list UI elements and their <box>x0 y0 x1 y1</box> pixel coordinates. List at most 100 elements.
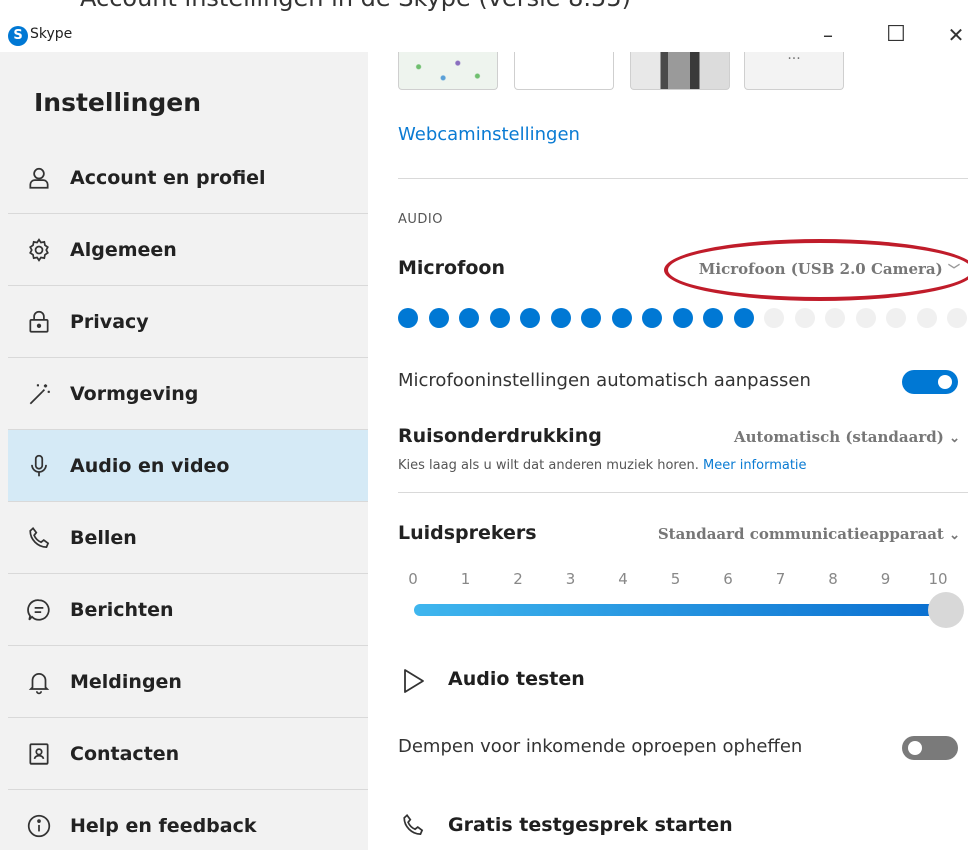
person-icon <box>8 165 70 191</box>
webcam-background-thumbnail[interactable] <box>398 52 498 90</box>
settings-content: ··· Webcaminstellingen AUDIO Microfoon M… <box>368 52 968 850</box>
noise-hint-text: Kies laag als u wilt dat anderen muziek … <box>398 458 699 473</box>
volume-tick-label: 7 <box>775 570 786 588</box>
level-dot <box>672 308 693 328</box>
chat-icon <box>8 597 70 623</box>
level-dot <box>550 308 571 328</box>
sidebar-item-contacts[interactable]: Contacten <box>8 718 368 790</box>
webcam-background-thumbnail[interactable] <box>630 52 730 90</box>
level-dot <box>520 308 540 328</box>
sidebar-item-appearance[interactable]: Vormgeving <box>8 358 368 430</box>
level-dot <box>825 308 845 328</box>
level-dot <box>733 308 754 328</box>
highlight-annotation <box>664 239 968 301</box>
speaker-volume-slider[interactable] <box>414 604 944 616</box>
audio-section-label: AUDIO <box>398 212 443 227</box>
top-caption-text: Account instellingen in de Skype (versie… <box>80 0 631 12</box>
free-test-call-label: Gratis testgesprek starten <box>448 814 733 836</box>
magic-wand-icon <box>8 381 70 407</box>
sidebar-item-label: Vormgeving <box>70 382 199 405</box>
speakers-label: Luidsprekers <box>398 522 537 544</box>
volume-tick-label: 6 <box>723 570 733 588</box>
sidebar-item-messaging[interactable]: Berichten <box>8 574 368 646</box>
webcam-settings-link[interactable]: Webcaminstellingen <box>398 124 580 145</box>
sidebar-item-general[interactable]: Algemeen <box>8 214 368 286</box>
level-dot <box>916 308 937 328</box>
sidebar-item-label: Privacy <box>70 310 149 333</box>
test-audio-button[interactable]: Audio testen <box>402 668 585 698</box>
sidebar-item-label: Berichten <box>70 598 174 621</box>
level-dot <box>459 308 479 328</box>
toggle-knob <box>908 741 922 755</box>
volume-tick-label: 3 <box>565 570 576 588</box>
level-dot <box>886 308 906 328</box>
level-dot <box>764 308 784 328</box>
auto-adjust-label: Microfooninstellingen automatisch aanpas… <box>398 370 811 391</box>
bell-icon <box>8 669 70 695</box>
level-dot <box>489 308 510 328</box>
title-bar: S Skype – ☐ ✕ <box>0 14 968 52</box>
settings-sidebar: Instellingen Account en profiel Algemeen… <box>0 52 368 850</box>
sidebar-item-calling[interactable]: Bellen <box>8 502 368 574</box>
sidebar-item-label: Contacten <box>70 742 180 765</box>
level-dot <box>947 308 967 328</box>
volume-tick-label: 9 <box>880 570 891 588</box>
auto-adjust-toggle[interactable] <box>902 370 958 394</box>
noise-suppression-value: Automatisch (standaard) <box>733 428 944 446</box>
level-dot <box>581 308 601 328</box>
level-dot <box>794 308 815 328</box>
sidebar-item-label: Bellen <box>70 526 137 549</box>
noise-suppression-select[interactable]: Automatisch (standaard) ⌄ <box>734 428 960 446</box>
sidebar-item-label: Algemeen <box>70 238 177 261</box>
unmute-label: Dempen voor inkomende oproepen opheffen <box>398 736 803 757</box>
sidebar-item-label: Audio en video <box>70 454 230 477</box>
webcam-background-thumbnail[interactable] <box>514 52 614 90</box>
test-audio-label: Audio testen <box>448 668 585 690</box>
speakers-select[interactable]: Standaard communicatieapparaat ⌄ <box>658 525 960 543</box>
sidebar-item-account[interactable]: Account en profiel <box>8 142 368 214</box>
speakers-select-value: Standaard communicatieapparaat <box>657 525 944 543</box>
close-button[interactable]: ✕ <box>936 20 968 50</box>
play-icon <box>404 669 424 693</box>
sidebar-item-audio-video[interactable]: Audio en video <box>8 430 368 502</box>
divider <box>398 492 968 493</box>
level-dot <box>428 308 449 328</box>
level-dot <box>855 308 876 328</box>
level-dot <box>642 308 662 328</box>
sidebar-title: Instellingen <box>34 88 202 117</box>
info-icon <box>8 813 70 839</box>
volume-tick-label: 8 <box>828 570 838 588</box>
maximize-button[interactable]: ☐ <box>876 20 916 50</box>
level-dot <box>398 308 418 328</box>
level-dot <box>611 308 632 328</box>
gear-icon <box>8 237 70 263</box>
sidebar-item-help[interactable]: Help en feedback <box>8 790 368 850</box>
more-backgrounds-button[interactable]: ··· <box>744 52 844 90</box>
app-title: Skype <box>30 26 73 42</box>
sidebar-item-privacy[interactable]: Privacy <box>8 286 368 358</box>
sidebar-item-label: Meldingen <box>70 670 182 693</box>
unmute-toggle[interactable] <box>902 736 958 760</box>
free-test-call-button[interactable]: Gratis testgesprek starten <box>400 812 733 842</box>
noise-suppression-label: Ruisonderdrukking <box>398 425 602 447</box>
volume-tick-label: 4 <box>618 570 628 588</box>
microphone-icon <box>8 453 70 479</box>
toggle-knob <box>938 375 952 389</box>
skype-logo-icon: S <box>8 26 28 46</box>
sidebar-item-label: Help en feedback <box>70 815 257 837</box>
volume-tick-label: 0 <box>408 570 418 588</box>
sidebar-item-label: Account en profiel <box>70 166 266 189</box>
volume-tick-label: 5 <box>670 570 681 588</box>
chevron-down-icon: ⌄ <box>949 431 960 446</box>
top-caption-clipped: Account instellingen in de Skype (versie… <box>0 0 968 14</box>
noise-hint: Kies laag als u wilt dat anderen muziek … <box>398 458 807 473</box>
phone-icon <box>8 525 70 551</box>
minimize-button[interactable]: – <box>808 20 848 50</box>
volume-tick-label: 1 <box>460 570 471 588</box>
volume-tick-label: 10 <box>928 570 948 588</box>
speaker-volume-handle[interactable] <box>928 592 964 628</box>
more-info-link[interactable]: Meer informatie <box>703 458 807 473</box>
phone-icon <box>403 813 424 835</box>
microphone-label: Microfoon <box>398 257 506 279</box>
sidebar-item-notifications[interactable]: Meldingen <box>8 646 368 718</box>
